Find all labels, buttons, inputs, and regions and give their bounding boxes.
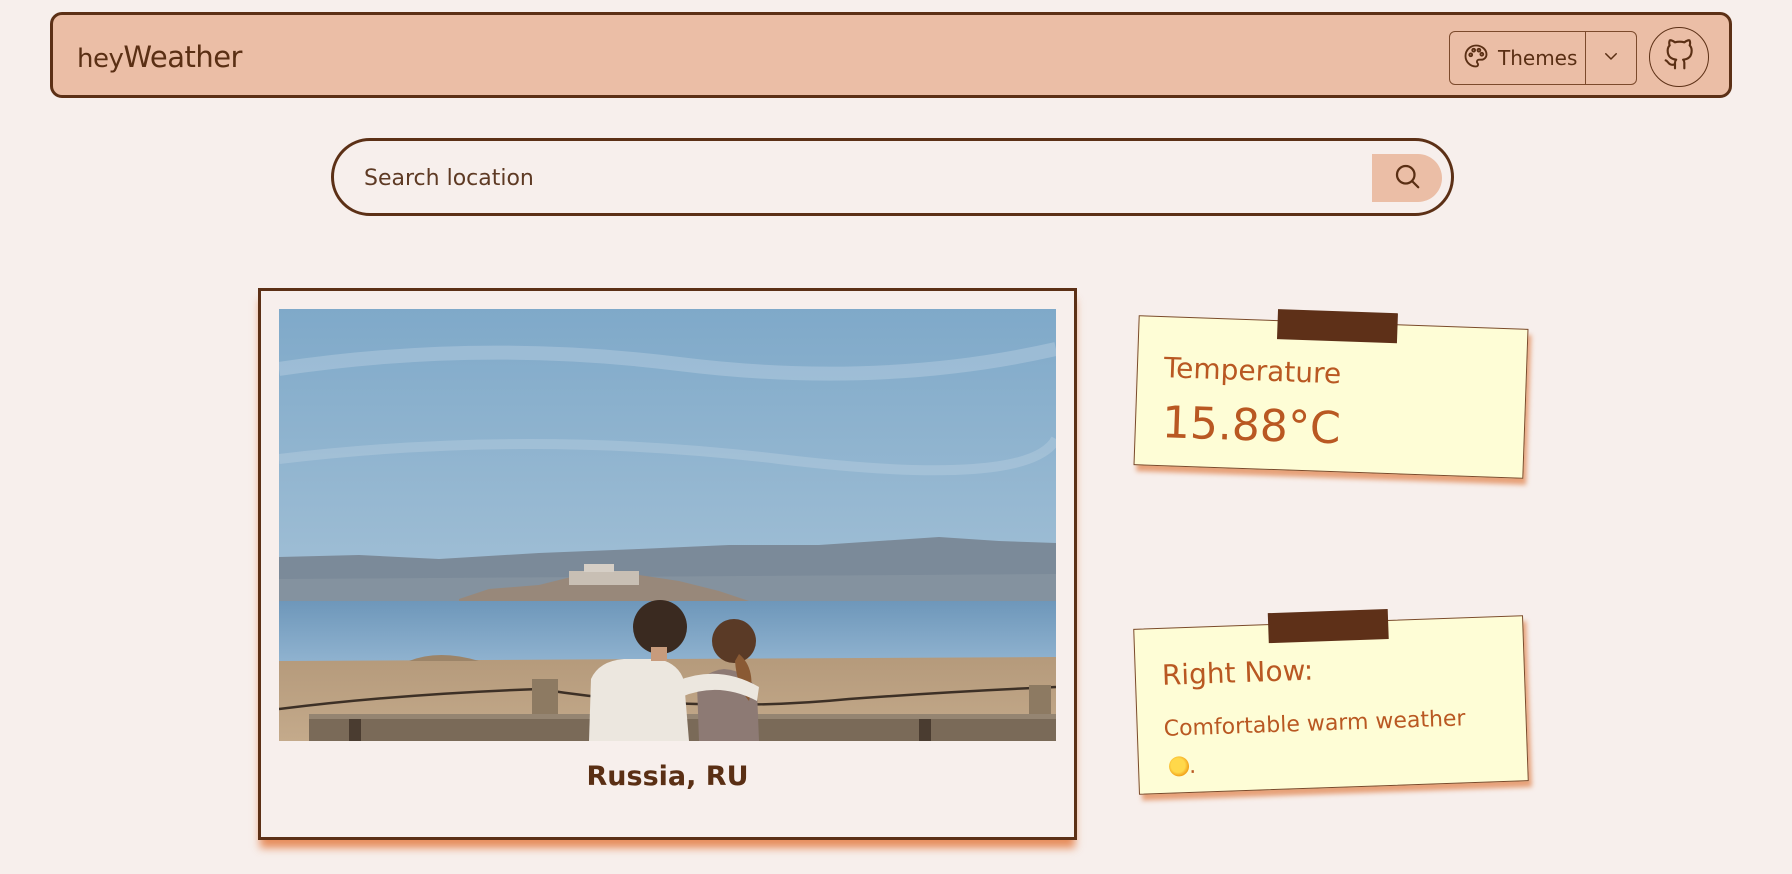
sun-icon [1168, 755, 1190, 777]
search-button[interactable] [1372, 154, 1442, 202]
navbar: heyWeather Themes [50, 12, 1732, 98]
temperature-value: 15.88°C [1161, 397, 1342, 455]
location-photo [279, 309, 1056, 741]
github-icon [1663, 39, 1695, 75]
right-now-title: Right Now: [1161, 653, 1314, 692]
location-photo-card: Russia, RU [258, 288, 1077, 840]
tape-decoration [1276, 309, 1398, 344]
weather-description: Comfortable warm weather [1163, 706, 1466, 742]
temperature-note: Temperature 15.88°C [1133, 309, 1529, 479]
brand-strong: Weather [123, 40, 242, 74]
right-now-description: Comfortable warm weather . [1163, 699, 1495, 786]
search-input[interactable] [362, 157, 1366, 199]
palette-icon [1462, 42, 1490, 74]
github-button[interactable] [1649, 27, 1709, 87]
brand-light: hey [77, 44, 124, 74]
brand-logo[interactable]: heyWeather [77, 40, 242, 74]
tape-decoration [1267, 608, 1389, 644]
temperature-title: Temperature [1163, 351, 1342, 391]
themes-label: Themes [1498, 46, 1578, 70]
themes-dropdown-toggle[interactable] [1586, 32, 1636, 84]
themes-button[interactable]: Themes [1450, 32, 1586, 84]
description-suffix: . [1188, 753, 1197, 779]
location-name: Russia, RU [586, 761, 749, 792]
right-now-note: Right Now: Comfortable warm weather . [1133, 608, 1529, 795]
search-icon [1392, 161, 1422, 195]
theme-selector: Themes [1449, 31, 1637, 85]
chevron-down-icon [1602, 47, 1620, 69]
search-bar [331, 138, 1454, 216]
